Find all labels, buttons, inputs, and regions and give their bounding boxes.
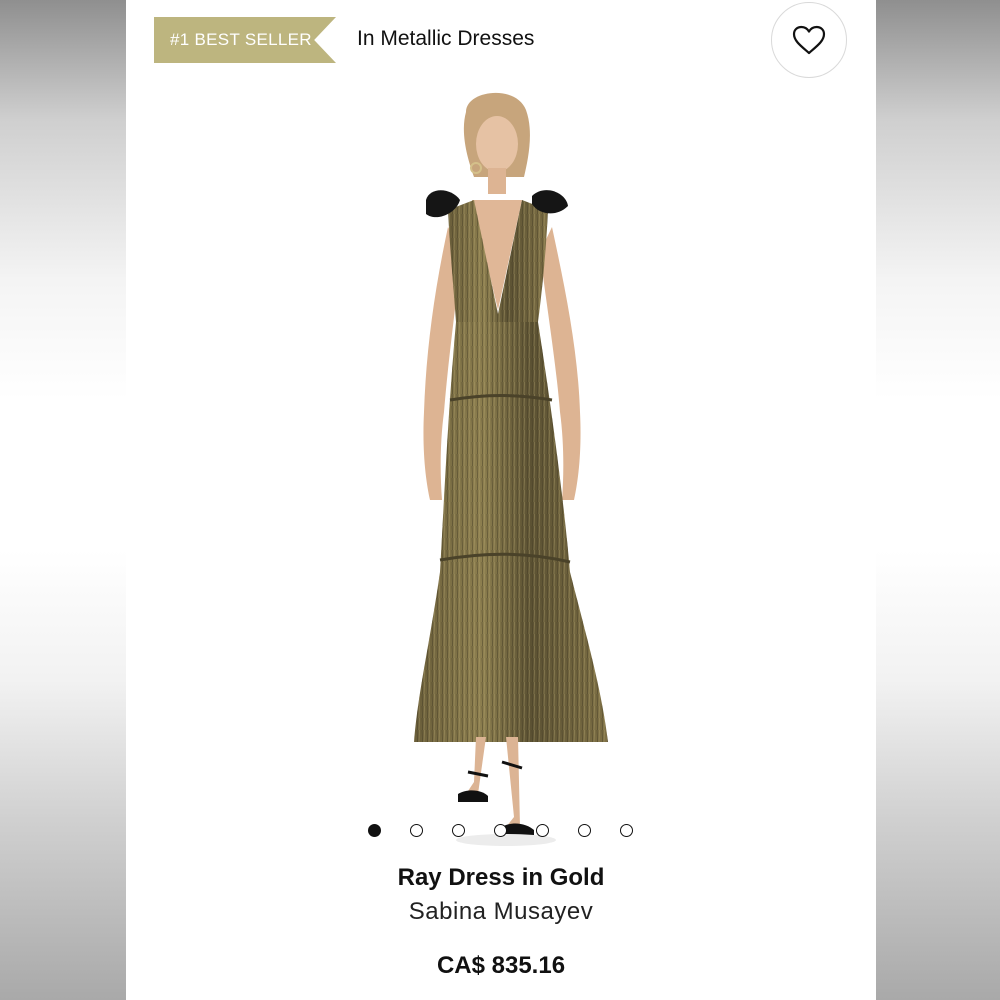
product-title[interactable]: Ray Dress in Gold: [126, 864, 876, 892]
right-backdrop: [876, 0, 1000, 1000]
category-link[interactable]: In Metallic Dresses: [357, 27, 534, 51]
product-card: #1 BEST SELLER In Metallic Dresses Ray D…: [126, 0, 876, 1000]
carousel-dot[interactable]: [452, 824, 465, 837]
heart-icon: [792, 25, 826, 55]
carousel-dot[interactable]: [620, 824, 633, 837]
carousel-dot[interactable]: [494, 824, 507, 837]
carousel-dot[interactable]: [410, 824, 423, 837]
left-backdrop: [0, 0, 126, 1000]
favorite-button[interactable]: [771, 2, 847, 78]
carousel-dots: [368, 823, 634, 839]
best-seller-badge: #1 BEST SELLER: [154, 17, 336, 63]
product-price: CA$ 835.16: [436, 952, 566, 979]
carousel-dot[interactable]: [578, 824, 591, 837]
carousel-dot[interactable]: [368, 824, 381, 837]
product-brand[interactable]: Sabina Musayev: [126, 898, 876, 926]
product-image[interactable]: [356, 82, 636, 852]
carousel-dot[interactable]: [536, 824, 549, 837]
